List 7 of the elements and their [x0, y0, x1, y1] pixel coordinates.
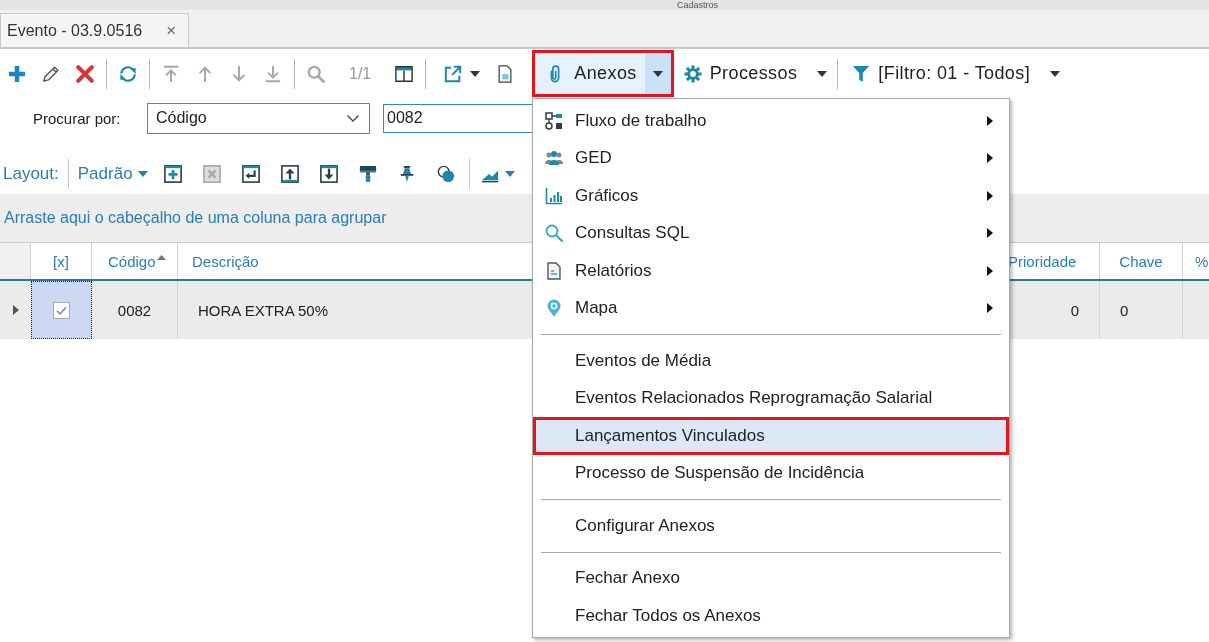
record-counter: 1/1 [348, 64, 373, 83]
group-by-hint: Arraste aqui o cabeçalho de uma coluna para agrupar [4, 209, 387, 227]
search-by-label: Procurar por: [33, 109, 122, 127]
table-cell: 0 [1100, 281, 1183, 339]
layout-label: Layout: [2, 164, 59, 184]
window-title: Cadastros [677, 0, 718, 10]
table-cell: 0082 [92, 281, 178, 339]
